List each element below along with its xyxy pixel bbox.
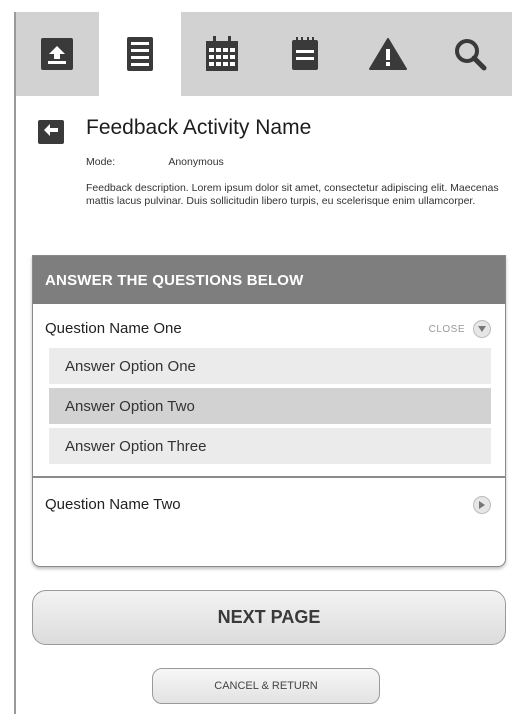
- question-two-label: Question Name Two: [45, 496, 181, 513]
- search-icon: [453, 37, 487, 71]
- answer-option[interactable]: Answer Option One: [49, 348, 491, 384]
- home-arrow-icon: [40, 37, 74, 71]
- toolbar-notes-button[interactable]: [264, 12, 347, 96]
- answer-list: Answer Option One Answer Option Two Answ…: [33, 348, 505, 464]
- next-page-button[interactable]: NEXT PAGE: [32, 590, 506, 645]
- question-one-label: Question Name One: [45, 320, 182, 337]
- toolbar-home-button[interactable]: [16, 12, 99, 96]
- notepad-icon: [291, 37, 319, 71]
- close-label: CLOSE: [428, 323, 465, 335]
- question-two-expand[interactable]: [473, 496, 491, 514]
- expand-right-icon: [473, 496, 491, 514]
- question-one-close[interactable]: CLOSE: [429, 320, 491, 338]
- answer-option[interactable]: Answer Option Three: [49, 428, 491, 464]
- mode-label: Mode:: [86, 156, 116, 168]
- warning-icon: [368, 37, 407, 71]
- panel-heading: ANSWER THE QUESTIONS BELOW: [33, 256, 505, 304]
- toolbar-documents-button[interactable]: [98, 12, 182, 96]
- back-button[interactable]: [38, 120, 64, 144]
- back-arrow-icon: [44, 123, 58, 141]
- toolbar-calendar-button[interactable]: [181, 12, 264, 96]
- app-frame: Feedback Activity Name Mode: Anonymous F…: [14, 12, 512, 714]
- answer-option-selected[interactable]: Answer Option Two: [49, 388, 491, 424]
- toolbar-search-button[interactable]: [429, 12, 512, 96]
- top-toolbar: [16, 12, 512, 96]
- mode-value: Anonymous: [168, 156, 224, 168]
- toolbar-alert-button[interactable]: [346, 12, 429, 96]
- document-list-icon: [126, 36, 154, 72]
- cancel-return-button[interactable]: CANCEL & RETURN: [152, 668, 380, 704]
- questions-panel: ANSWER THE QUESTIONS BELOW Question Name…: [32, 255, 506, 567]
- collapse-down-icon: [473, 320, 491, 338]
- question-two-row[interactable]: Question Name Two: [33, 478, 505, 522]
- activity-description: Feedback description. Lorem ipsum dolor …: [86, 182, 499, 207]
- question-one-row[interactable]: Question Name One CLOSE: [33, 304, 505, 348]
- mode-row: Mode: Anonymous: [86, 156, 224, 168]
- page-title: Feedback Activity Name: [86, 116, 312, 139]
- calendar-icon: [205, 36, 239, 72]
